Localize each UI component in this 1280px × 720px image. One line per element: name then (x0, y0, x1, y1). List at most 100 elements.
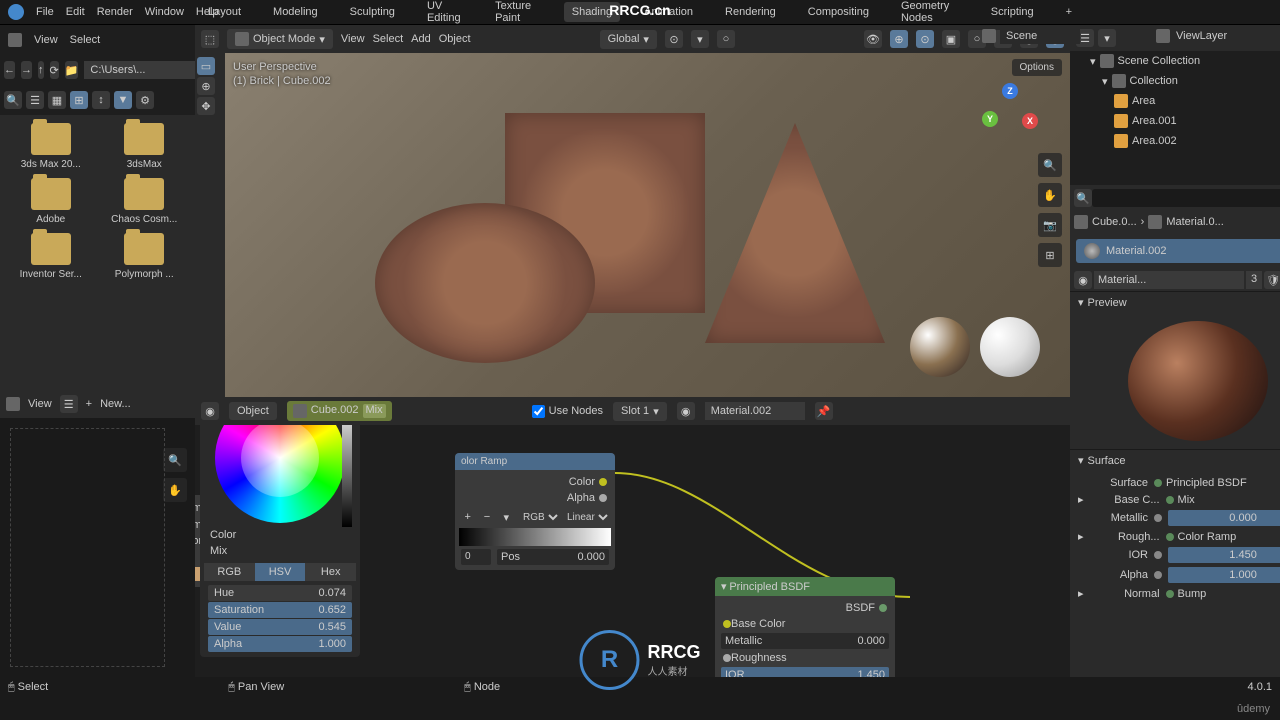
folder-item[interactable]: Adobe (8, 178, 94, 225)
material-slot[interactable]: Material.002 (1076, 239, 1280, 263)
editor-type-icon[interactable]: ⬚ (201, 30, 219, 48)
cursor-tool-icon[interactable]: ⊕ (197, 77, 215, 95)
nav-fwd-icon[interactable]: → (21, 61, 32, 79)
node-datablock[interactable]: Cube.002 Mix (287, 401, 392, 421)
principled-bsdf-node[interactable]: ▾ Principled BSDF BSDF Base Color Metall… (715, 577, 895, 677)
expand-icon[interactable]: ▸ (1078, 493, 1084, 506)
ior-field[interactable]: IOR1.450 (721, 667, 889, 677)
snap-icon[interactable]: ⊙ (665, 30, 683, 48)
socket-icon[interactable] (1154, 551, 1162, 559)
crumb-object[interactable]: Cube.0... (1092, 216, 1137, 228)
menu-render[interactable]: Render (97, 6, 133, 18)
file-view-menu[interactable]: View (34, 34, 58, 46)
preview-header[interactable]: ▾Preview (1070, 292, 1280, 313)
socket-icon[interactable] (1154, 514, 1162, 522)
alpha-value[interactable]: 1.000 (1168, 567, 1280, 583)
menu-edit[interactable]: Edit (66, 6, 85, 18)
vp-add-menu[interactable]: Add (411, 33, 431, 45)
nav-back-icon[interactable]: ← (4, 61, 15, 79)
tab-scripting[interactable]: Scripting (983, 2, 1042, 22)
ramp-interp-select[interactable]: Linear (563, 508, 611, 526)
persp-tool-icon[interactable]: ⊞ (1038, 243, 1062, 267)
use-nodes-toggle[interactable]: Use Nodes (532, 405, 603, 418)
tab-geo[interactable]: Geometry Nodes (893, 0, 967, 28)
outliner-scene[interactable]: ▾Scene Collection (1070, 51, 1280, 71)
expand-icon[interactable]: ▸ (1078, 530, 1084, 543)
ramp-del-icon[interactable]: − (478, 508, 495, 526)
saturation-slider[interactable]: Saturation0.652 (208, 602, 352, 618)
visibility-icon[interactable]: 👁 (864, 30, 882, 48)
ior-value[interactable]: 1.450 (1168, 547, 1280, 563)
file-editor-icon[interactable] (8, 33, 22, 47)
socket-basecolor[interactable] (723, 620, 731, 628)
xray-icon[interactable]: ▣ (942, 30, 960, 48)
blender-logo-icon[interactable] (8, 4, 24, 20)
image-new[interactable]: + (86, 398, 92, 410)
orientation-dropdown[interactable]: Global▾ (600, 30, 657, 49)
zoom-tool-icon[interactable]: 🔍 (1038, 153, 1062, 177)
axis-y[interactable]: Y (982, 111, 998, 127)
material-users[interactable]: 3 (1246, 271, 1262, 289)
vp-view-menu[interactable]: View (341, 33, 365, 45)
metallic-value[interactable]: 0.000 (1168, 510, 1280, 526)
vp-object-menu[interactable]: Object (439, 33, 471, 45)
basecolor-link[interactable]: Mix (1166, 494, 1280, 506)
color-wheel[interactable] (215, 425, 345, 523)
mode-rgb[interactable]: RGB (204, 563, 255, 581)
folder-item[interactable]: Polymorph ... (102, 233, 188, 280)
ramp-add-icon[interactable]: + (459, 508, 476, 526)
socket-alpha-out[interactable] (599, 494, 607, 502)
zoom-icon[interactable]: 🔍 (163, 448, 187, 472)
nodeeditor-icon[interactable]: ◉ (201, 402, 219, 420)
add-workspace[interactable]: + (1058, 2, 1080, 22)
value-slider[interactable] (342, 425, 352, 527)
menu-window[interactable]: Window (145, 6, 184, 18)
viewlayer-selector[interactable] (1156, 28, 1250, 44)
filter-icon[interactable]: ▾ (1098, 29, 1116, 47)
slot-dropdown[interactable]: Slot 1▾ (613, 402, 667, 421)
material-name-input[interactable] (705, 402, 805, 420)
socket-roughness[interactable] (723, 654, 731, 662)
scene-input[interactable] (1000, 28, 1080, 44)
viewport-options[interactable]: Options (1012, 59, 1062, 76)
roughness-link[interactable]: Color Ramp (1166, 531, 1280, 543)
image-menu-icon[interactable]: ☰ (60, 395, 78, 413)
move-tool-icon[interactable]: ✥ (197, 97, 215, 115)
overlay-toggle-icon[interactable]: ⊙ (916, 30, 934, 48)
material-name-input[interactable] (1094, 271, 1244, 289)
socket-color-out[interactable] (599, 478, 607, 486)
select-tool-icon[interactable]: ▭ (197, 57, 215, 75)
tab-sculpting[interactable]: Sculpting (342, 2, 403, 22)
tab-layout[interactable]: Layout (200, 2, 249, 22)
sort-icon[interactable]: ↕ (92, 91, 110, 109)
display-list-icon[interactable]: ☰ (26, 91, 44, 109)
menu-file[interactable]: File (36, 6, 54, 18)
material-icon[interactable]: ◉ (677, 402, 695, 420)
folder-item[interactable]: Inventor Ser... (8, 233, 94, 280)
alpha-slider[interactable]: Alpha1.000 (208, 636, 352, 652)
mode-dropdown[interactable]: Object Mode ▾ (227, 29, 333, 49)
ramp-index[interactable]: 0 (461, 549, 491, 565)
outliner-collection[interactable]: ▾Collection📷 (1070, 71, 1280, 91)
socket-icon[interactable] (1154, 571, 1162, 579)
ramp-menu-icon[interactable]: ▾ (498, 508, 515, 526)
hue-slider[interactable]: Hue0.074 (208, 585, 352, 601)
surface-header[interactable]: ▾Surface (1070, 450, 1280, 471)
crumb-material[interactable]: Material.0... (1166, 216, 1223, 228)
fake-user-icon[interactable]: 🛡 (1264, 271, 1280, 289)
tab-rendering[interactable]: Rendering (717, 2, 784, 22)
mode-hex[interactable]: Hex (305, 563, 356, 581)
metallic-field[interactable]: Metallic0.000 (721, 633, 889, 649)
use-nodes-checkbox[interactable] (532, 405, 545, 418)
value-slider-row[interactable]: Value0.545 (208, 619, 352, 635)
color-ramp-node[interactable]: olor Ramp Color Alpha +−▾RGBLinear 0Pos0… (455, 453, 615, 570)
node-object-dd[interactable]: Object (229, 402, 277, 420)
outliner-item[interactable]: Area.001👁📷 (1070, 111, 1280, 131)
gizmo-toggle-icon[interactable]: ⊕ (890, 30, 908, 48)
prop-edit-icon[interactable]: ○ (717, 30, 735, 48)
ramp-pos[interactable]: Pos0.000 (497, 549, 609, 565)
color-picker-popup[interactable]: Color Mix RGB HSV Hex Hue0.074 Saturatio… (200, 425, 360, 657)
folder-item[interactable]: 3ds Max 20... (8, 123, 94, 170)
pan-tool-icon[interactable]: ✋ (1038, 183, 1062, 207)
search-icon[interactable]: 🔍 (4, 91, 22, 109)
